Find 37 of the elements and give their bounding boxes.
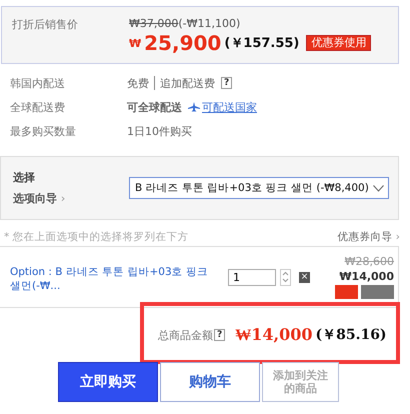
extra-fee-text: 追加配送费 (160, 76, 215, 90)
quantity-stepper[interactable] (280, 268, 291, 286)
selected-option-name: Option : B 라네즈 투톤 립바+03호 핑크 샐먼(-₩... (10, 265, 209, 293)
help-button[interactable]: ? (221, 77, 232, 89)
info-label: 全球配送费 (10, 100, 66, 114)
info-label: 韩国内配送 (10, 76, 66, 90)
action-button[interactable]: 购物车 (160, 362, 260, 402)
info-value: 免费 (127, 76, 149, 90)
sale-price: 25,900 (144, 31, 222, 55)
coupon-guide-link[interactable]: 优惠券向导 › (337, 230, 400, 244)
countries-link[interactable]: 可配送国家 (188, 100, 257, 114)
quantity-field[interactable]: 1 (228, 268, 276, 286)
selection-note: * 您在上面选项中的选择将罗列在下方 (4, 230, 189, 244)
chevron-down-icon (372, 184, 384, 192)
total-amount: ₩14,000 (235, 325, 312, 345)
discount-amount: (-₩11,100) (178, 17, 240, 30)
remove-button[interactable]: × (299, 272, 310, 282)
option-label: 选择 (13, 170, 36, 185)
total-converted: (￥85.16) (315, 326, 387, 344)
currency-mark: ₩ (129, 36, 142, 50)
small-action-button[interactable] (335, 285, 358, 299)
item-original-price: ₩28,600 (344, 255, 394, 268)
info-value: 可全球配送 (127, 100, 182, 114)
item-price: ₩14,000 (339, 270, 394, 283)
info-value: 1日10件购买 (127, 124, 192, 138)
action-button[interactable]: 立即购买 (58, 362, 158, 402)
option-select[interactable]: B 라네즈 투톤 립바+03호 핑크 샐먼 (-₩8,400) (129, 177, 389, 199)
original-price: ₩37,000 (129, 17, 178, 30)
info-label: 最多购买数量 (10, 124, 77, 138)
help-button[interactable]: ? (214, 329, 226, 341)
airplane-icon (188, 102, 200, 112)
price-label: 打折后销售价 (12, 17, 79, 33)
converted-price: (￥157.55) (224, 35, 300, 52)
coupon-button[interactable]: 优惠券使用 (306, 35, 372, 51)
option-guide-link[interactable]: 选项向导 › (13, 191, 129, 206)
total-label: 总商品金额 (158, 328, 213, 342)
small-action-button[interactable] (361, 285, 394, 299)
